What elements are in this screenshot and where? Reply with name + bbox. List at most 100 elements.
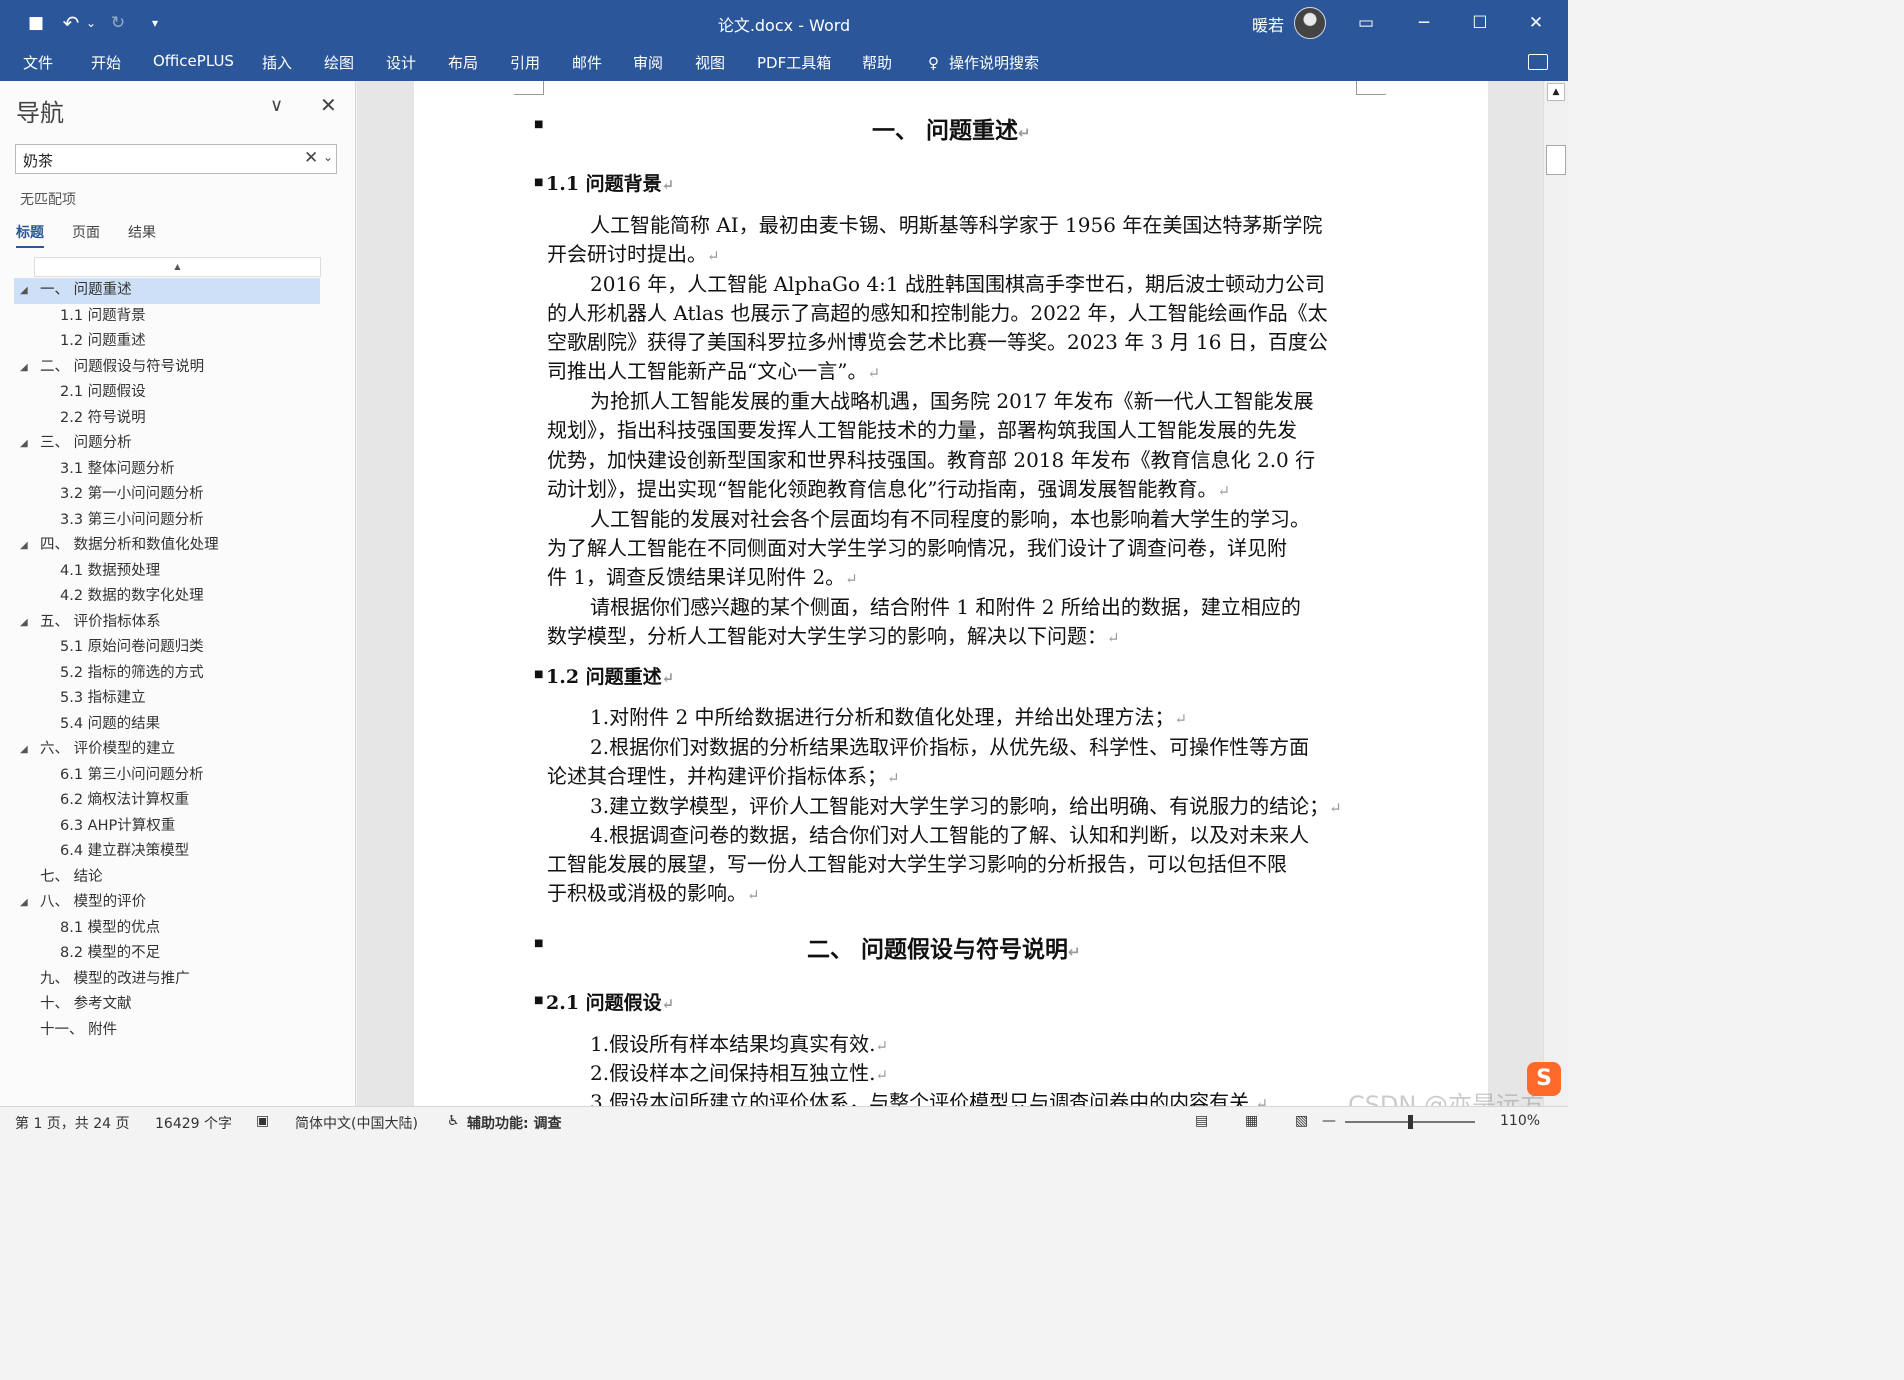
nav-search-input[interactable]: 奶茶 ✕ ⌄ [15,144,337,174]
accessibility-status[interactable]: 辅助功能: 调查 [467,1113,561,1133]
search-options-icon[interactable]: ⌄ [323,150,333,164]
collapse-triangle-icon[interactable]: ◢ [20,737,28,762]
outline-heading-1[interactable]: 十、 参考文献 [14,992,324,1018]
outline-heading-1[interactable]: ◢ 六、 评价模型的建立 [14,737,324,763]
outline-heading-2[interactable]: 1.1 问题背景 [14,304,324,330]
collapse-triangle-icon[interactable]: ◢ [20,355,28,380]
outline-heading-2[interactable]: 6.3 AHP计算权重 [14,814,324,840]
collapse-triangle-icon[interactable]: ◢ [20,533,28,558]
outline-heading-1[interactable]: ◢ 一、 问题重述 [14,278,320,304]
collapse-triangle-icon[interactable]: ◢ [20,610,28,635]
outline-heading-1[interactable]: ◢ 二、 问题假设与符号说明 [14,355,324,381]
tab-help[interactable]: 帮助 [862,52,892,73]
tab-insert[interactable]: 插入 [262,52,292,73]
collapse-triangle-icon[interactable]: ◢ [20,431,28,456]
vertical-scrollbar[interactable]: ▲ [1543,81,1568,1106]
paragraph-bullet: ■ [534,177,544,188]
outline-heading-2[interactable]: 8.2 模型的不足 [14,941,324,967]
word-count[interactable]: 16429 个字 [155,1113,232,1133]
tab-view[interactable]: 视图 [695,52,725,73]
heading-1-1: 1.1 问题背景↵ [546,173,675,195]
document-page[interactable]: ■ 一、 问题重述↵ ■ 1.1 问题背景↵ 人工智能简称 AI，最初由麦卡锡、… [414,81,1488,1106]
minimize-button[interactable]: ─ [1396,0,1452,46]
outline-heading-1[interactable]: 七、 结论 [14,865,324,891]
read-mode-icon[interactable]: ▤ [1195,1113,1208,1129]
ribbon-display-options-icon[interactable]: ▭ [1338,0,1394,46]
body-text: 数学模型，分析人工智能对大学生学习的影响，解决以下问题：↵ [547,624,1120,648]
undo-dropdown-icon[interactable]: ⌄ [84,10,98,36]
paragraph-bullet: ■ [534,669,544,680]
outline-label: 2.2 符号说明 [60,409,146,426]
zoom-out-button[interactable]: — [1322,1113,1336,1129]
scroll-up-button[interactable]: ▲ [1547,83,1565,101]
outline-heading-2[interactable]: 4.1 数据预处理 [14,559,324,585]
zoom-slider-knob[interactable] [1408,1115,1413,1129]
outline-heading-1[interactable]: ◢ 八、 模型的评价 [14,890,324,916]
outline-heading-2[interactable]: 2.2 符号说明 [14,406,324,432]
customize-quick-access-icon[interactable]: ▾ [146,10,164,36]
tab-home[interactable]: 开始 [91,52,121,73]
outline-heading-1[interactable]: 十一、 附件 [14,1018,324,1044]
outline-heading-1[interactable]: ◢ 五、 评价指标体系 [14,610,324,636]
outline-heading-2[interactable]: 5.3 指标建立 [14,686,324,712]
body-text: 优势，加快建设创新型国家和世界科技强国。教育部 2018 年发布《教育信息化 2… [547,448,1316,472]
zoom-level[interactable]: 110% [1500,1113,1540,1129]
outline-heading-2[interactable]: 1.2 问题重述 [14,329,324,355]
outline-scroll-up-button[interactable]: ▲ [34,257,321,277]
outline-heading-2[interactable]: 3.2 第一小问问题分析 [14,482,324,508]
tab-draw[interactable]: 绘图 [324,52,354,73]
outline-heading-1[interactable]: 九、 模型的改进与推广 [14,967,324,993]
accessibility-icon[interactable]: ♿ [447,1113,460,1129]
tab-layout[interactable]: 布局 [448,52,478,73]
outline-heading-2[interactable]: 4.2 数据的数字化处理 [14,584,324,610]
language-status[interactable]: 简体中文(中国大陆) [295,1113,418,1133]
scroll-thumb[interactable] [1546,145,1566,175]
maximize-button[interactable]: ☐ [1452,0,1508,46]
chevron-down-icon[interactable]: ∨ [270,95,283,116]
avatar[interactable] [1294,7,1326,39]
close-icon[interactable]: ✕ [320,93,337,117]
tab-officeplus[interactable]: OfficePLUS [153,52,234,70]
tell-me-search[interactable]: ♀ 操作说明搜索 [928,52,1039,73]
outline-heading-2[interactable]: 3.3 第三小问问题分析 [14,508,324,534]
collapse-triangle-icon[interactable]: ◢ [20,278,28,303]
body-text: 为了解人工智能在不同侧面对大学生学习的影响情况，我们设计了调查问卷，详见附 [547,536,1287,560]
tab-results[interactable]: 结果 [128,222,156,248]
collapse-triangle-icon[interactable]: ◢ [20,890,28,915]
tab-references[interactable]: 引用 [510,52,540,73]
outline-heading-2[interactable]: 6.1 第三小问问题分析 [14,763,324,789]
page-count[interactable]: 第 1 页，共 24 页 [15,1113,130,1133]
undo-icon[interactable]: ↶ [60,10,82,36]
redo-icon[interactable]: ↻ [106,10,130,36]
outline-heading-2[interactable]: 6.4 建立群决策模型 [14,839,324,865]
tab-review[interactable]: 审阅 [633,52,663,73]
outline-heading-2[interactable]: 5.1 原始问卷问题归类 [14,635,324,661]
outline-heading-1[interactable]: ◢ 三、 问题分析 [14,431,324,457]
outline-heading-2[interactable]: 5.4 问题的结果 [14,712,324,738]
document-area[interactable]: ■ 一、 问题重述↵ ■ 1.1 问题背景↵ 人工智能简称 AI，最初由麦卡锡、… [357,81,1543,1106]
clear-search-icon[interactable]: ✕ [304,148,318,168]
tab-pages[interactable]: 页面 [72,222,100,248]
save-icon[interactable]: ■ [24,10,48,36]
proofing-icon[interactable]: ▣ [256,1113,269,1129]
comments-icon[interactable] [1528,54,1548,70]
tab-mailings[interactable]: 邮件 [572,52,602,73]
tab-file[interactable]: 文件 [23,52,53,73]
outline-heading-2[interactable]: 3.1 整体问题分析 [14,457,324,483]
nav-tabs: 标题 页面 结果 [16,222,184,248]
print-layout-icon[interactable]: ▦ [1245,1113,1258,1129]
tab-pdf-toolbox[interactable]: PDF工具箱 [757,52,831,73]
tab-headings[interactable]: 标题 [16,222,44,248]
outline-heading-2[interactable]: 5.2 指标的筛选的方式 [14,661,324,687]
outline-heading-2[interactable]: 2.1 问题假设 [14,380,324,406]
body-text: 为抢抓人工智能发展的重大战略机遇，国务院 2017 年发布《新一代人工智能发展 [590,389,1314,413]
outline-heading-2[interactable]: 6.2 熵权法计算权重 [14,788,324,814]
outline-heading-2[interactable]: 8.1 模型的优点 [14,916,324,942]
tab-design[interactable]: 设计 [386,52,416,73]
outline-heading-1[interactable]: ◢ 四、 数据分析和数值化处理 [14,533,324,559]
outline-label: 1.1 问题背景 [60,307,146,324]
user-name[interactable]: 暖若 [1252,12,1284,36]
outline-label: 1.2 问题重述 [60,333,146,349]
web-layout-icon[interactable]: ▧ [1295,1113,1308,1129]
close-window-button[interactable]: ✕ [1508,0,1564,46]
